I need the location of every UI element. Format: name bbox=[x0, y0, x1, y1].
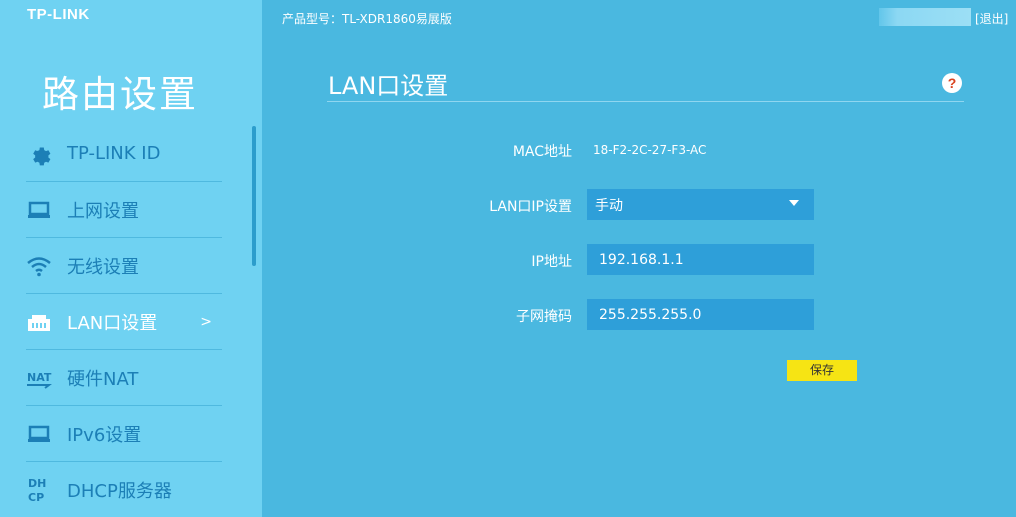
ip-address-label: IP地址 bbox=[531, 254, 572, 270]
gear-icon bbox=[26, 141, 52, 167]
subnet-mask-input[interactable]: 255.255.255.0 bbox=[587, 299, 814, 330]
sidebar-menu: TP-LINK ID 上网设置 无线设置 LAN口设置 > NAT 硬件NAT bbox=[26, 126, 222, 517]
sidebar-item-ipv6-settings[interactable]: IPv6设置 bbox=[26, 406, 222, 462]
save-button[interactable]: 保存 bbox=[787, 360, 857, 381]
sidebar-item-internet-settings[interactable]: 上网设置 bbox=[26, 182, 222, 238]
mac-address-label: MAC地址 bbox=[512, 144, 572, 160]
sidebar-item-label: DHCP服务器 bbox=[67, 480, 172, 502]
subnet-mask-label: 子网掩码 bbox=[516, 309, 572, 325]
lan-ip-mode-select[interactable]: 手动 bbox=[587, 189, 814, 220]
title-divider bbox=[327, 101, 964, 102]
sidebar-item-label: 无线设置 bbox=[67, 256, 139, 278]
sidebar-section-title: 路由设置 bbox=[42, 73, 198, 116]
tp-link-logo: TP-LINK bbox=[27, 6, 90, 23]
user-account-box bbox=[879, 8, 971, 26]
sidebar-item-hardware-nat[interactable]: NAT 硬件NAT bbox=[26, 350, 222, 406]
sidebar-item-label: LAN口设置 bbox=[67, 312, 158, 334]
laptop-icon bbox=[26, 421, 52, 447]
sidebar: TP-LINK 路由设置 TP-LINK ID 上网设置 无线设置 LAN口设置 bbox=[0, 0, 262, 517]
sidebar-item-wireless-settings[interactable]: 无线设置 bbox=[26, 238, 222, 294]
sidebar-item-lan-settings[interactable]: LAN口设置 > bbox=[26, 294, 222, 350]
lan-ip-mode-value: 手动 bbox=[595, 197, 623, 214]
product-model-label: 产品型号：TL-XDR1860易展版 bbox=[282, 12, 452, 26]
sidebar-item-label: 上网设置 bbox=[67, 200, 139, 222]
sidebar-item-tp-link-id[interactable]: TP-LINK ID bbox=[26, 126, 222, 182]
active-arrow-icon: > bbox=[200, 313, 212, 330]
lan-port-icon bbox=[26, 309, 52, 335]
sidebar-item-dhcp-server[interactable]: DH CP DHCP服务器 bbox=[26, 462, 222, 517]
laptop-icon bbox=[26, 197, 52, 223]
ip-address-input[interactable]: 192.168.1.1 bbox=[587, 244, 814, 275]
wifi-icon bbox=[26, 253, 52, 279]
sidebar-scrollbar[interactable] bbox=[252, 126, 256, 266]
help-icon[interactable]: ? bbox=[942, 73, 962, 93]
svg-text:CP: CP bbox=[28, 491, 44, 504]
svg-text:DH: DH bbox=[28, 477, 46, 490]
page-title: LAN口设置 bbox=[328, 72, 449, 100]
logout-link[interactable]: [退出] bbox=[975, 10, 1008, 27]
mac-address-value: 18-F2-2C-27-F3-AC bbox=[593, 143, 707, 157]
sidebar-item-label: TP-LINK ID bbox=[67, 143, 161, 164]
sidebar-item-label: IPv6设置 bbox=[67, 424, 142, 446]
chevron-down-icon bbox=[789, 200, 799, 206]
dhcp-icon: DH CP bbox=[26, 477, 52, 504]
svg-text:NAT: NAT bbox=[27, 371, 52, 384]
lan-ip-mode-label: LAN口IP设置 bbox=[489, 199, 572, 215]
sidebar-item-label: 硬件NAT bbox=[67, 368, 139, 390]
nat-icon: NAT bbox=[26, 365, 52, 391]
